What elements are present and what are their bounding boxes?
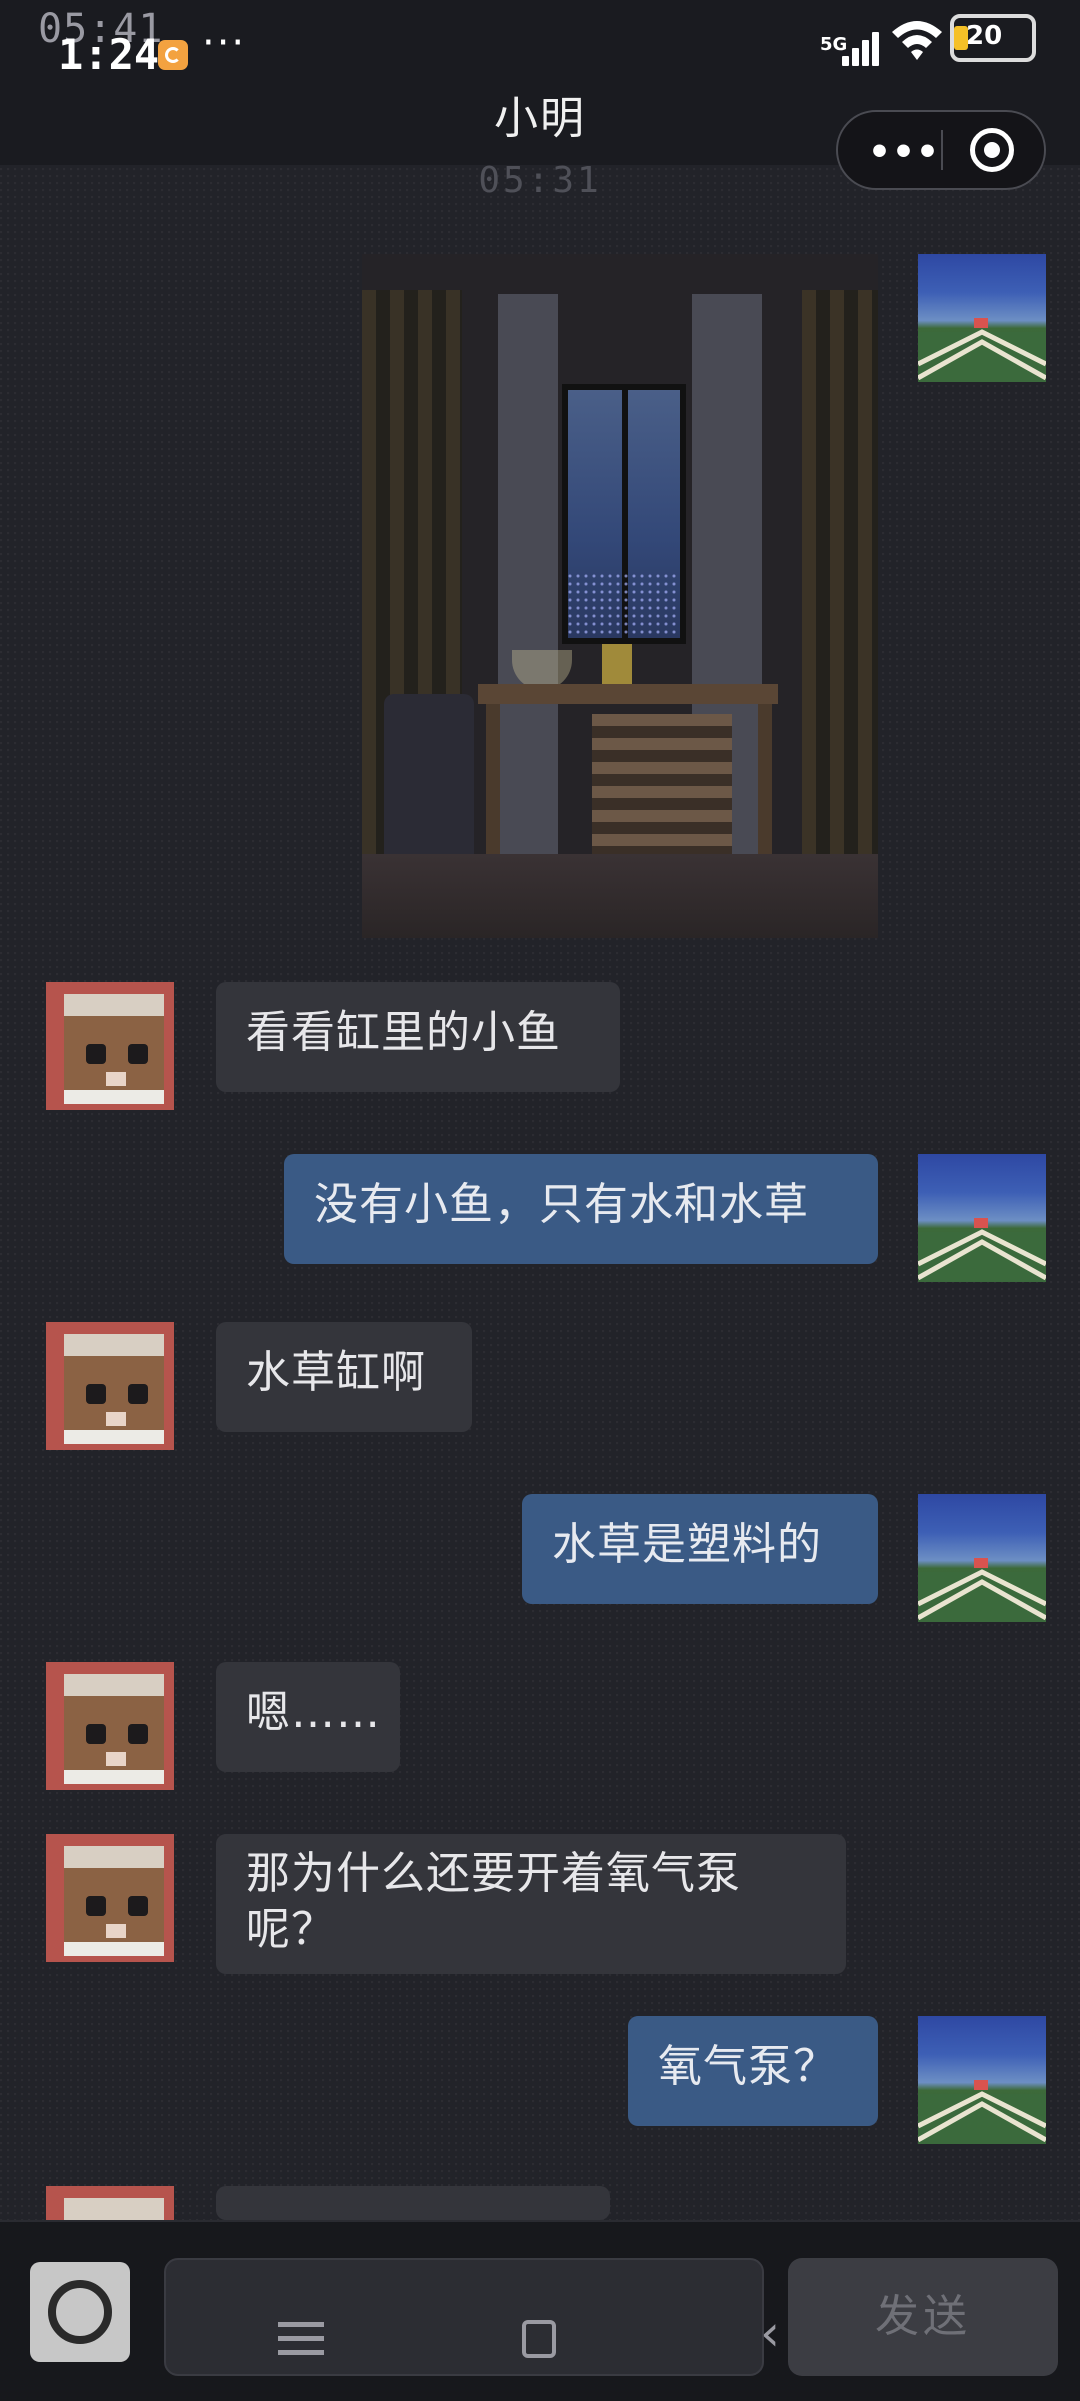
avatar-face [64,1674,164,1784]
bridge-picture [918,2080,1046,2144]
avatar-eye [86,1724,106,1744]
avatar-eye [128,1724,148,1744]
chat-screen: 05:41 1:24 ··· 5G 20 小明 ••• 05:31 看看缸里的小… [0,0,1080,2401]
message-bubble-outgoing[interactable]: 氧气泵？ [628,2016,878,2126]
message-line: 那为什么还要开着氧气泵 [246,1848,741,1899]
avatar-eye [128,1044,148,1064]
contact-avatar[interactable] [46,1322,174,1450]
avatar-nose [106,1752,126,1766]
avatar-eye [86,1044,106,1064]
shared-photo[interactable] [362,254,878,938]
my-avatar[interactable] [918,2016,1046,2144]
message-bubble-incoming[interactable]: 嗯…… [216,1662,400,1772]
photo-chair [592,714,732,854]
nav-menu-icon[interactable] [278,2322,324,2356]
avatar-face [64,1846,164,1956]
avatar-collar [64,1090,164,1104]
avatar-collar [64,1430,164,1444]
nav-back-icon[interactable]: ‹ [760,2304,780,2362]
avatar-collar [64,1770,164,1784]
message-line: 呢？ [246,1904,336,1955]
more-notifications-icon: ··· [202,20,247,66]
my-avatar[interactable] [918,1494,1046,1622]
avatar-eye [128,1896,148,1916]
message-bubble-outgoing[interactable]: 水草是塑料的 [522,1494,878,1604]
photo-curtain-right [802,290,878,890]
input-bar: 发送 [0,2220,1080,2401]
contact-avatar[interactable] [46,982,174,1110]
camera-icon [48,2280,112,2344]
avatar-face [64,2198,164,2220]
avatar-nose [106,1072,126,1086]
contact-avatar[interactable] [46,1834,174,1962]
photo-bed [362,854,878,938]
my-avatar[interactable] [918,1154,1046,1282]
message-bubble-incoming[interactable]: 水草缸啊 [216,1322,472,1432]
battery-icon: 20 [950,14,1036,62]
avatar-eye [128,1384,148,1404]
photo-box [602,644,632,688]
battery-percent: 20 [966,21,1003,51]
avatar-face [64,1334,164,1444]
avatar-eye [86,1384,106,1404]
message-bubble-incoming-partial[interactable] [216,2186,610,2220]
contact-avatar[interactable] [46,2186,174,2220]
signal-icon [842,30,882,66]
camera-button[interactable] [30,2262,130,2362]
avatar-nose [106,1412,126,1426]
avatar-collar [64,1942,164,1956]
message-bubble-incoming[interactable]: 那为什么还要开着氧气泵 呢？ [216,1834,846,1974]
nav-home-icon[interactable] [522,2320,556,2358]
contact-avatar[interactable] [46,1662,174,1790]
avatar-nose [106,1924,126,1938]
wifi-icon [892,21,942,60]
message-bubble-incoming[interactable]: 看看缸里的小鱼 [216,982,620,1092]
photo-desk-leg [486,704,500,854]
my-avatar[interactable] [918,254,1046,382]
message-input[interactable] [164,2258,764,2376]
message-timestamp: 05:31 [478,160,602,201]
app-notification-icon [158,40,188,70]
photo-sheer-left [498,294,558,874]
send-button[interactable]: 发送 [788,2258,1058,2376]
bridge-picture [918,318,1046,382]
bridge-picture [918,1558,1046,1622]
avatar-eye [86,1896,106,1916]
message-bubble-outgoing[interactable]: 没有小鱼，只有水和水草 [284,1154,878,1264]
bridge-picture [918,1218,1046,1282]
status-time: 1:24 [58,30,160,79]
photo-desk-leg [758,704,772,854]
photo-desk [478,684,778,704]
photo-suitcase [384,694,474,864]
avatar-face [64,994,164,1104]
photo-city-lights [568,574,678,634]
